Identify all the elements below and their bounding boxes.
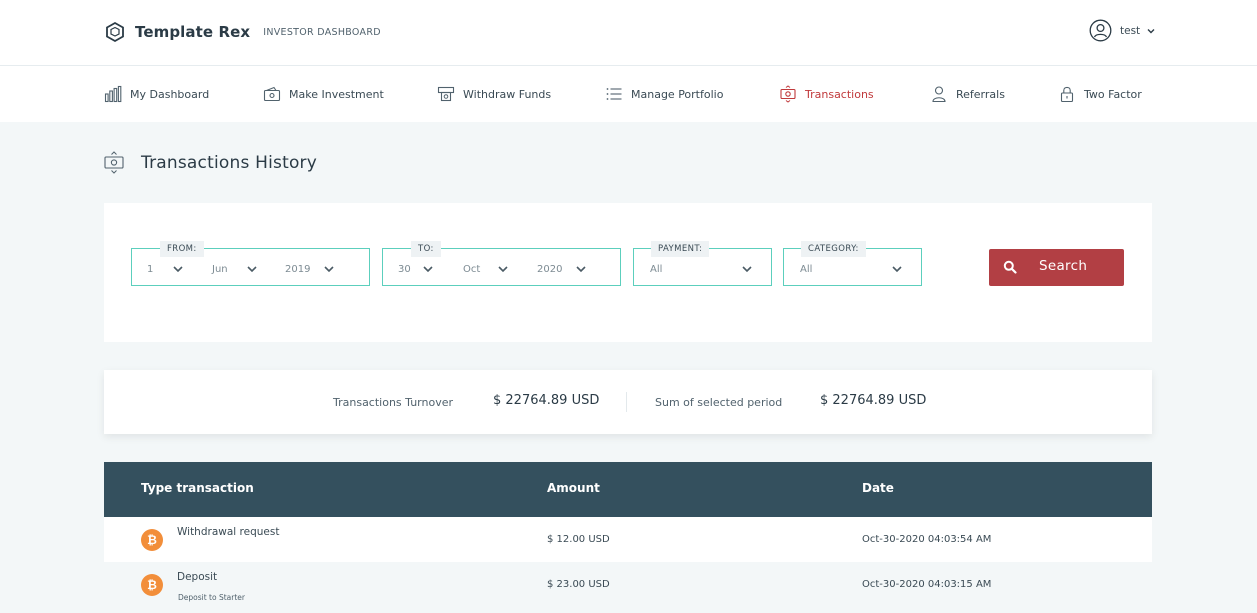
from-day-select[interactable]: 1 [147,261,193,277]
user-name: test [1120,24,1141,37]
from-year-value: 2019 [285,263,311,275]
column-header-type: Type transaction [141,481,254,495]
transaction-amount: $ 12.00 USD [547,534,610,545]
nav-item-transactions[interactable]: Transactions [779,85,874,103]
transaction-amount: $ 23.00 USD [547,579,610,590]
column-header-date: Date [862,481,894,495]
from-year-select[interactable]: 2019 [285,261,355,277]
money-transfer-icon [779,85,797,103]
category-group: CATEGORY: All [783,241,922,286]
nav-item-manage-portfolio[interactable]: Manage Portfolio [605,85,723,103]
search-button-label: Search [1039,258,1088,274]
nav-item-make-investment[interactable]: Make Investment [263,85,384,103]
nav-label: Manage Portfolio [631,87,724,101]
to-day-select[interactable]: 30 [398,261,444,277]
from-date-group: FROM: 1 Jun 2019 [131,241,370,286]
to-date-group: TO: 30 Oct 2020 [382,241,621,286]
top-header: Template Rex INVESTOR DASHBOARD test [0,0,1257,66]
user-avatar-icon [1089,19,1112,42]
chevron-down-icon [1146,26,1156,36]
brand[interactable]: Template Rex INVESTOR DASHBOARD [104,20,381,44]
payment-legend: PAYMENT: [651,241,710,257]
turnover-label: Transactions Turnover [333,396,454,409]
to-legend: TO: [411,241,441,257]
main-nav: My Dashboard Make Investment Withdraw Fu… [0,66,1257,122]
bitcoin-icon: ₿ [141,574,163,596]
brand-subtitle: INVESTOR DASHBOARD [263,26,381,38]
category-value: All [800,263,813,275]
chevron-down-icon [246,264,258,274]
chevron-down-icon [741,264,753,274]
chevron-down-icon [323,264,335,274]
nav-label: Withdraw Funds [463,87,552,101]
chevron-down-icon [891,264,903,274]
nav-item-withdraw-funds[interactable]: Withdraw Funds [437,85,551,103]
search-button[interactable]: Search [989,249,1124,286]
summary-divider [626,392,627,412]
nav-label: Referrals [956,87,1005,101]
to-month-select[interactable]: Oct [463,261,523,277]
table-row[interactable]: ₿ Deposit Deposit to Starter $ 23.00 USD… [104,562,1152,607]
from-month-select[interactable]: Jun [212,261,272,277]
user-menu[interactable]: test [1089,19,1156,42]
chevron-down-icon [172,264,184,274]
nav-label: My Dashboard [130,87,210,101]
atm-icon [437,85,455,103]
chevron-down-icon [497,264,509,274]
bitcoin-icon: ₿ [141,529,163,551]
list-icon [605,85,623,103]
nav-label: Make Investment [289,87,384,101]
transactions-table: Type transaction Amount Date ₿ Withdrawa… [104,462,1152,607]
column-header-amount: Amount [547,481,600,495]
turnover-value: $ 22764.89 USD [493,393,600,408]
payment-select[interactable]: All [650,261,760,277]
nav-item-my-dashboard[interactable]: My Dashboard [104,85,209,103]
nav-item-referrals[interactable]: Referrals [930,85,1005,103]
transaction-date: Oct-30-2020 04:03:15 AM [862,579,992,590]
category-select[interactable]: All [800,261,910,277]
page-title-row: Transactions History [104,150,317,176]
to-day-value: 30 [398,263,411,275]
nav-label: Two Factor [1084,87,1142,101]
period-sum-value: $ 22764.89 USD [820,393,927,408]
category-legend: CATEGORY: [801,241,866,257]
to-year-select[interactable]: 2020 [537,261,607,277]
transaction-subtitle: Deposit to Starter [178,593,245,602]
search-icon [1003,260,1017,274]
from-legend: FROM: [160,241,204,257]
wallet-icon [263,85,281,103]
from-day-value: 1 [147,263,154,275]
payment-value: All [650,263,663,275]
brand-logo-icon [104,21,126,43]
brand-name: Template Rex [135,23,251,41]
chevron-down-icon [422,264,434,274]
bar-chart-icon [104,85,122,103]
filter-card: FROM: 1 Jun 2019 TO: 30 Oct 2020 PAYMENT… [104,203,1152,342]
page-title: Transactions History [141,153,317,173]
chevron-down-icon [575,264,587,274]
transaction-type: Deposit [177,571,218,583]
period-sum-label: Sum of selected period [655,396,783,409]
to-month-value: Oct [463,263,481,275]
to-year-value: 2020 [537,263,563,275]
payment-group: PAYMENT: All [633,241,772,286]
transaction-type: Withdrawal request [177,526,280,538]
table-header: Type transaction Amount Date [104,462,1152,517]
user-icon [930,85,948,103]
nav-item-two-factor[interactable]: Two Factor [1058,85,1142,103]
lock-icon [1058,85,1076,103]
table-row[interactable]: ₿ Withdrawal request $ 12.00 USD Oct-30-… [104,517,1152,562]
from-month-value: Jun [212,263,228,275]
nav-label: Transactions [805,87,874,101]
money-transfer-icon [104,150,124,176]
transaction-date: Oct-30-2020 04:03:54 AM [862,534,992,545]
summary-card: Transactions Turnover $ 22764.89 USD Sum… [104,370,1152,434]
